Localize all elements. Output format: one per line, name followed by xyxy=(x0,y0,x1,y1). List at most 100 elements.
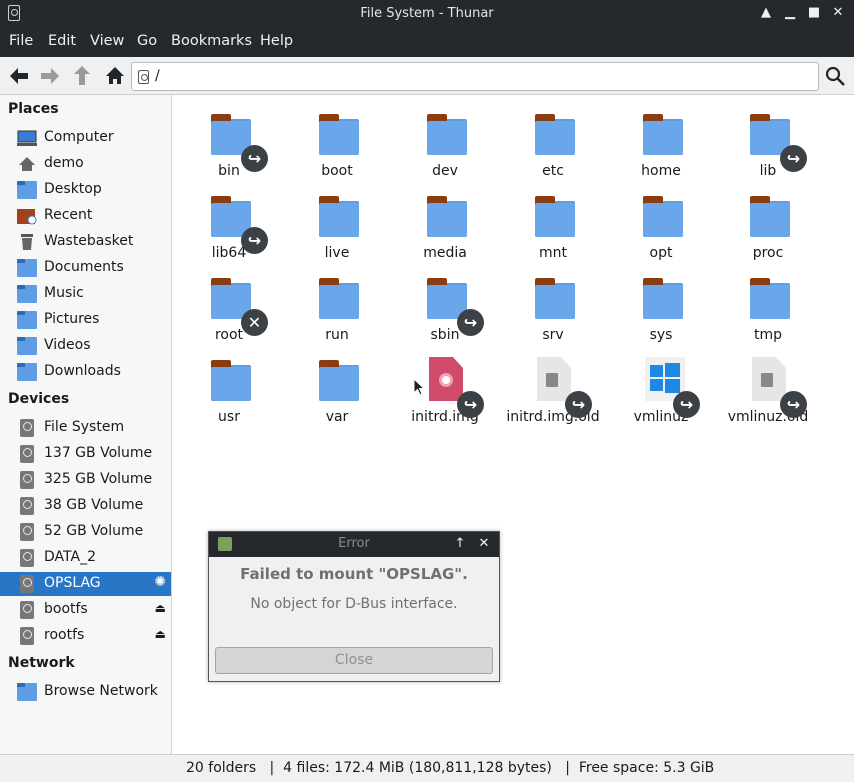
folder-icon xyxy=(211,360,251,401)
file-item[interactable]: var xyxy=(283,351,391,433)
eject-icon[interactable]: ⏏ xyxy=(155,627,166,641)
drive-icon xyxy=(20,549,34,567)
forward-arrow-icon xyxy=(41,68,59,84)
sidebar-item-downloads[interactable]: Downloads xyxy=(0,360,171,384)
file-item[interactable]: ↪ vmlinuz.old xyxy=(714,351,822,433)
file-item[interactable]: media xyxy=(391,187,499,269)
sidebar-item-label: DATA_2 xyxy=(44,549,96,565)
sidebar-item-label: rootfs xyxy=(44,627,85,643)
sidebar-item-label: 38 GB Volume xyxy=(44,497,144,513)
spinner-icon: ✺ xyxy=(154,574,166,590)
search-button[interactable] xyxy=(821,62,849,90)
drive-icon xyxy=(20,445,34,463)
file-item[interactable]: mnt xyxy=(499,187,607,269)
desktop-icon xyxy=(17,181,37,199)
sidebar-item-label: OPSLAG xyxy=(44,575,101,591)
file-item[interactable]: dev xyxy=(391,105,499,187)
downloads-folder-icon xyxy=(17,363,37,381)
mouse-pointer-icon xyxy=(413,378,425,396)
close-icon[interactable]: ✕ xyxy=(475,535,493,553)
file-item[interactable]: home xyxy=(607,105,715,187)
up-button[interactable] xyxy=(68,62,96,90)
sidebar-item-rootfs[interactable]: rootfs ⏏ xyxy=(0,624,171,648)
back-button[interactable] xyxy=(5,62,33,90)
minimize-icon[interactable]: ▁ xyxy=(780,3,800,23)
menu-help[interactable]: Help xyxy=(260,33,293,49)
pictures-folder-icon xyxy=(17,311,37,329)
symlink-badge-icon: ↪ xyxy=(241,227,268,254)
sidebar-item-computer[interactable]: Computer xyxy=(0,126,171,150)
maximize-icon[interactable]: ■ xyxy=(804,3,824,23)
file-name: lib xyxy=(759,163,777,179)
sidebar-item-label: Recent xyxy=(44,207,93,223)
drive-icon xyxy=(20,523,34,541)
file-item[interactable]: ↪ lib64 xyxy=(175,187,283,269)
sidebar-item-pictures[interactable]: Pictures xyxy=(0,308,171,332)
sidebar-item-file-system[interactable]: File System xyxy=(0,416,171,440)
network-folder-icon xyxy=(17,683,37,701)
drive-icon xyxy=(138,70,149,84)
title-bar: File System - Thunar ▲ ▁ ■ ✕ xyxy=(0,0,854,27)
file-item[interactable]: tmp xyxy=(714,269,822,351)
file-item[interactable]: srv xyxy=(499,269,607,351)
menu-edit[interactable]: Edit xyxy=(48,33,76,49)
keep-above-icon[interactable]: ↑ xyxy=(451,535,469,553)
file-item[interactable]: ↪ lib xyxy=(714,105,822,187)
file-item[interactable]: etc xyxy=(499,105,607,187)
sidebar-item-music[interactable]: Music xyxy=(0,282,171,306)
sidebar-item-recent[interactable]: Recent xyxy=(0,204,171,228)
forward-button[interactable] xyxy=(36,62,64,90)
sidebar-item-data-2[interactable]: DATA_2 xyxy=(0,546,171,570)
file-item[interactable]: ↪ bin xyxy=(175,105,283,187)
file-item[interactable]: ↪ initrd.img xyxy=(391,351,499,433)
file-item[interactable]: proc xyxy=(714,187,822,269)
documents-folder-icon xyxy=(17,259,37,277)
home-button[interactable] xyxy=(101,62,129,90)
close-button[interactable]: Close xyxy=(215,647,493,674)
home-icon xyxy=(106,67,124,84)
sidebar-item-325gb-volume[interactable]: 325 GB Volume xyxy=(0,468,171,492)
sidebar-item-demo[interactable]: demo xyxy=(0,152,171,176)
sidebar-item-label: 325 GB Volume xyxy=(44,471,153,487)
menu-view[interactable]: View xyxy=(90,33,124,49)
sidebar-item-desktop[interactable]: Desktop xyxy=(0,178,171,202)
eject-icon[interactable]: ⏏ xyxy=(155,601,166,615)
file-item[interactable]: sys xyxy=(607,269,715,351)
sidebar-item-browse-network[interactable]: Browse Network xyxy=(0,680,171,704)
file-name: vmlinuz.old xyxy=(727,409,809,425)
file-item[interactable]: ↪ vmlinuz xyxy=(607,351,715,433)
file-item[interactable]: usr xyxy=(175,351,283,433)
sidebar-item-opslag[interactable]: OPSLAG ✺ xyxy=(0,572,171,596)
close-icon[interactable]: ✕ xyxy=(828,3,848,23)
file-item[interactable]: opt xyxy=(607,187,715,269)
file-item[interactable]: live xyxy=(283,187,391,269)
location-path[interactable]: / xyxy=(155,68,160,84)
file-item[interactable]: ↪ initrd.img.old xyxy=(499,351,607,433)
sidebar-item-bootfs[interactable]: bootfs ⏏ xyxy=(0,598,171,622)
file-item[interactable]: run xyxy=(283,269,391,351)
keep-above-icon[interactable]: ▲ xyxy=(756,3,776,23)
drive-icon xyxy=(20,471,34,489)
menu-file[interactable]: File xyxy=(9,33,33,49)
symlink-badge-icon: ↪ xyxy=(565,391,592,418)
file-item[interactable]: ✕ root xyxy=(175,269,283,351)
sidebar-item-label: demo xyxy=(44,155,84,171)
network-heading: Network xyxy=(8,655,75,671)
trash-icon xyxy=(761,373,773,387)
sidebar-item-137gb-volume[interactable]: 137 GB Volume xyxy=(0,442,171,466)
sidebar-item-wastebasket[interactable]: Wastebasket xyxy=(0,230,171,254)
menu-bookmarks[interactable]: Bookmarks xyxy=(171,33,252,49)
videos-folder-icon xyxy=(17,337,37,355)
sidebar-item-38gb-volume[interactable]: 38 GB Volume xyxy=(0,494,171,518)
file-item[interactable]: boot xyxy=(283,105,391,187)
sidebar-item-videos[interactable]: Videos xyxy=(0,334,171,358)
file-item[interactable]: ↪ sbin xyxy=(391,269,499,351)
status-text: 20 folders | 4 files: 172.4 MiB (180,811… xyxy=(186,760,715,776)
location-bar[interactable]: / xyxy=(131,62,819,91)
up-arrow-icon xyxy=(74,66,90,85)
sidebar-item-documents[interactable]: Documents xyxy=(0,256,171,280)
error-dialog: Error ↑ ✕ Failed to mount "OPSLAG". No o… xyxy=(208,531,500,682)
menu-go[interactable]: Go xyxy=(137,33,157,49)
sidebar-item-52gb-volume[interactable]: 52 GB Volume xyxy=(0,520,171,544)
file-name: proc xyxy=(752,245,784,261)
